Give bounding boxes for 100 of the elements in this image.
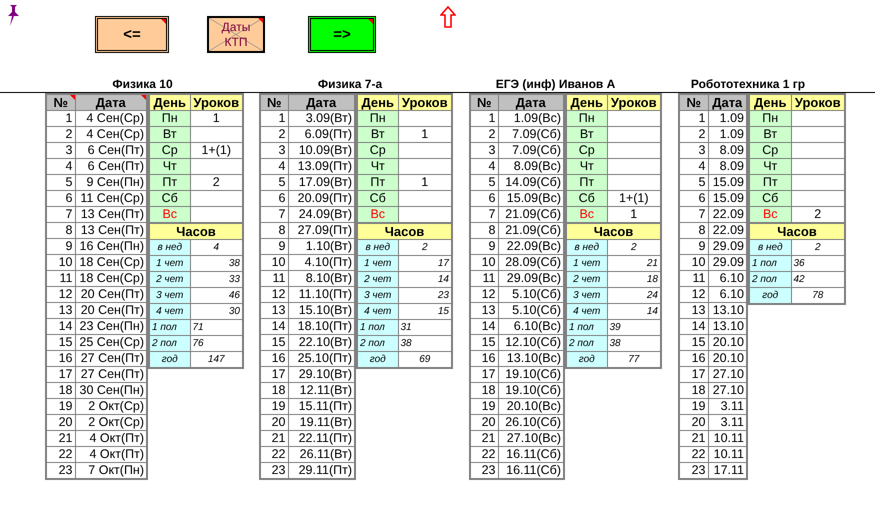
table-cell: 4.10(Пт) (288, 254, 355, 270)
day-cell: Чт (749, 158, 791, 174)
table-cell: 5 (470, 174, 498, 190)
day-cell: Ср (149, 142, 190, 158)
table-cell: 2 пол (357, 336, 398, 352)
table-cell: 3 чет (566, 288, 607, 304)
table-cell: 11 (46, 270, 75, 286)
table-cell: 1 (398, 174, 452, 190)
table-cell: 27 Сен(Пт) (75, 350, 147, 366)
day-cell: Пн (357, 110, 398, 126)
table-cell: 15 (260, 334, 288, 350)
table-cell: 2 (190, 174, 243, 190)
table-cell: 11.10(Пт) (288, 286, 355, 302)
table-cell: 1 пол (149, 320, 190, 336)
pushpin-icon (6, 3, 22, 27)
table-cell: 20.10 (708, 334, 747, 350)
table-cell: 4 (679, 158, 708, 174)
table-cell: 1 (679, 110, 708, 126)
day-cell: Пт (566, 174, 607, 190)
table-cell: 15.09 (708, 174, 747, 190)
day-cell: Пт (749, 174, 791, 190)
table-cell: 19 (679, 398, 708, 414)
table-cell: 13 Сен(Пт) (75, 206, 147, 222)
table-cell: 18 Сен(Ср) (75, 270, 147, 286)
comment-marker (368, 19, 373, 24)
table-cell: 7 (470, 206, 498, 222)
table-cell: год (357, 352, 398, 368)
table-cell: 10.09(Вт) (288, 142, 355, 158)
table-cell: 24.09(Вт) (288, 206, 355, 222)
sheet-title: ЕГЭ (инф) Иванов А (496, 77, 616, 92)
day-cell: Вт (149, 126, 190, 142)
table-cell: 5 (46, 174, 75, 190)
toolbar-button[interactable]: <= (95, 16, 169, 53)
sheet-title: Физика 10 (112, 77, 173, 92)
table-cell: 15 (679, 334, 708, 350)
table-cell: 29.09 (708, 254, 747, 270)
day-cell: Вт (357, 126, 398, 142)
day-cell: Сб (357, 190, 398, 206)
table-cell: 22.09(Вс) (498, 238, 564, 254)
column-header: Уроков (398, 94, 452, 110)
table-cell: 27.10 (708, 382, 747, 398)
table-cell: 8 (470, 222, 498, 238)
table-cell: 7 (46, 206, 75, 222)
table-cell: 26.10(Сб) (498, 414, 564, 430)
table-cell: 18.10(Пт) (288, 318, 355, 334)
table-cell: 11 Сен(Ср) (75, 190, 147, 206)
table-cell: 1.09 (708, 110, 747, 126)
table-cell: 8 (260, 222, 288, 238)
table-cell: 3 чет (357, 288, 398, 304)
table-cell: 30 Сен(Пн) (75, 382, 147, 398)
table-cell: 16 (679, 350, 708, 366)
day-cell: Сб (566, 190, 607, 206)
column-header: № (679, 94, 708, 110)
toolbar-button[interactable]: => (308, 16, 376, 53)
table-cell: 1.10(Вт) (288, 238, 355, 254)
table-cell: 19.10(Сб) (498, 366, 564, 382)
table-cell: 6.10(Вс) (498, 318, 564, 334)
table-cell: 7 (260, 206, 288, 222)
table-cell: 3 (46, 142, 75, 158)
table-cell: 19 (470, 398, 498, 414)
table-cell: 3.11 (708, 414, 747, 430)
day-cell: Ср (357, 142, 398, 158)
table-cell: 1 (46, 110, 75, 126)
table-cell: 2 (470, 126, 498, 142)
table-cell: 2 чет (566, 272, 607, 288)
sheet-title: Робототехника 1 гр (690, 77, 806, 92)
table-cell: в нед (357, 240, 398, 256)
table-cell: 10.11 (708, 430, 747, 446)
table-cell: 12 (679, 286, 708, 302)
table-cell: год (149, 352, 190, 368)
table-cell: 1 пол (357, 320, 398, 336)
table-cell: 2 Окт(Ср) (75, 398, 147, 414)
table-cell: 20 (679, 414, 708, 430)
table-cell: 15.10(Вт) (288, 302, 355, 318)
up-arrow-icon[interactable] (440, 6, 456, 28)
table-cell: 18 (470, 382, 498, 398)
column-header: Дата (288, 94, 355, 110)
table-cell: 16 (260, 350, 288, 366)
table-cell: 3.09(Вт) (288, 110, 355, 126)
table-cell: 16 (46, 350, 75, 366)
table-cell: 12 (46, 286, 75, 302)
table-cell: 16 (470, 350, 498, 366)
day-cell: Пн (749, 110, 791, 126)
table-cell: 4 Сен(Ср) (75, 110, 147, 126)
table-cell: 14 (470, 318, 498, 334)
table-cell: 2 чет (357, 272, 398, 288)
table-cell: 13 (260, 302, 288, 318)
table-cell: в нед (566, 240, 607, 256)
table-cell: 8.10(Вт) (288, 270, 355, 286)
table-cell: 1 чет (357, 256, 398, 272)
comment-marker (258, 18, 263, 23)
table-cell: 4 (260, 158, 288, 174)
table-cell: 4 (470, 158, 498, 174)
table-cell: 1+(1) (607, 190, 661, 206)
table-cell: 6.10 (708, 270, 747, 286)
table-cell: 22 (470, 446, 498, 462)
table-cell: 4 чет (357, 304, 398, 320)
table-cell: 7.09(Сб) (498, 142, 564, 158)
toolbar-button[interactable]: Даты КТП (207, 16, 265, 53)
column-header: № (46, 94, 75, 110)
